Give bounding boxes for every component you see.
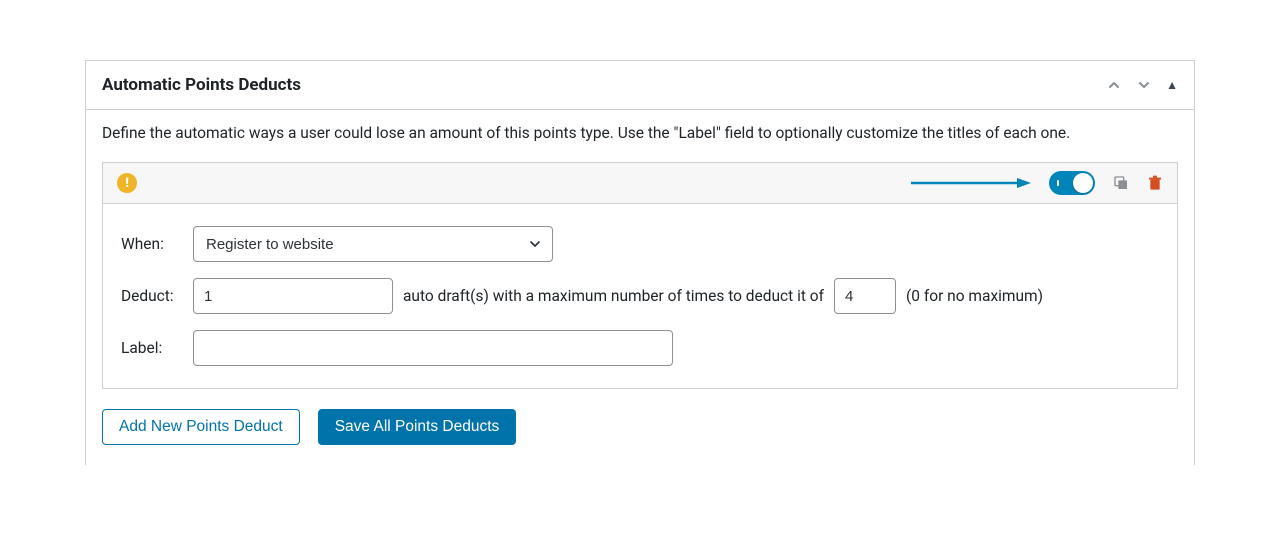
warning-icon: !: [117, 173, 137, 193]
rule-header: !: [103, 163, 1177, 204]
when-label: When:: [121, 235, 183, 253]
duplicate-icon[interactable]: [1113, 175, 1129, 191]
panel-description: Define the automatic ways a user could l…: [102, 124, 1178, 142]
arrow-right-icon: [911, 177, 1031, 189]
add-deduct-button[interactable]: Add New Points Deduct: [102, 409, 300, 445]
deduct-input[interactable]: [193, 278, 393, 314]
label-label: Label:: [121, 339, 183, 357]
save-deducts-button[interactable]: Save All Points Deducts: [318, 409, 517, 445]
rule-body: When: Register to website Deduct: auto d…: [103, 204, 1177, 388]
panel-body: Define the automatic ways a user could l…: [86, 110, 1194, 465]
panel-controls: ▲: [1106, 77, 1178, 93]
label-row: Label:: [121, 330, 1159, 366]
max-hint: (0 for no maximum): [906, 287, 1043, 305]
deduct-rule: !: [102, 162, 1178, 389]
panel-header: Automatic Points Deducts ▲: [86, 61, 1194, 110]
panel-title: Automatic Points Deducts: [102, 75, 301, 95]
deduct-label: Deduct:: [121, 287, 183, 305]
when-row: When: Register to website: [121, 226, 1159, 262]
active-toggle[interactable]: [1049, 171, 1095, 195]
chevron-up-icon[interactable]: [1106, 77, 1122, 93]
trash-icon[interactable]: [1147, 174, 1163, 192]
when-select[interactable]: Register to website: [193, 226, 553, 262]
label-input[interactable]: [193, 330, 673, 366]
deduct-row: Deduct: auto draft(s) with a maximum num…: [121, 278, 1159, 314]
max-times-input[interactable]: [834, 278, 896, 314]
chevron-down-icon[interactable]: [1136, 77, 1152, 93]
action-row: Add New Points Deduct Save All Points De…: [102, 389, 1178, 445]
points-deducts-panel: Automatic Points Deducts ▲ Define the au…: [85, 60, 1195, 465]
triangle-up-icon[interactable]: ▲: [1166, 78, 1178, 92]
deduct-between-text: auto draft(s) with a maximum number of t…: [403, 287, 824, 305]
